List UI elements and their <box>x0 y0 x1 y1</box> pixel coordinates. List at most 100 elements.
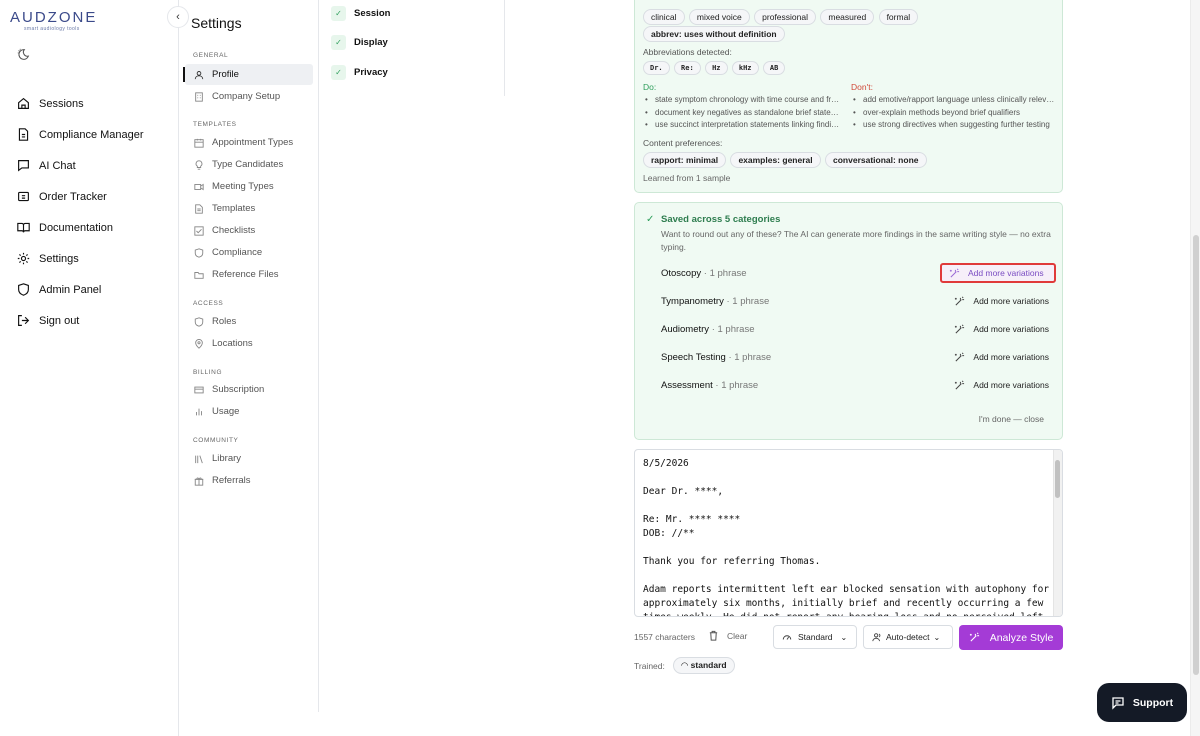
editor-scrollbar-thumb[interactable] <box>1055 460 1060 498</box>
nav-item-compliance-manager[interactable]: Compliance Manager <box>0 119 179 150</box>
category-row: Tympanometry · 1 phrase Add more variati… <box>661 291 1056 311</box>
nav-item-order-tracker[interactable]: Order Tracker <box>0 181 179 212</box>
nav-item-sessions[interactable]: Sessions <box>0 88 179 119</box>
add-more-variations-button[interactable]: Add more variations <box>947 375 1056 395</box>
settings-item-label: Usage <box>212 406 240 417</box>
abbrev-row: abbrev: uses without definition <box>643 26 787 42</box>
do-list: state symptom chronology with time cours… <box>643 95 843 133</box>
chevron-down-icon: ⌄ <box>840 632 848 642</box>
settings-item-subscription[interactable]: Subscription <box>185 379 313 400</box>
editor-scrollbar[interactable] <box>1053 450 1062 616</box>
add-variations-label: Add more variations <box>973 324 1049 334</box>
subpanel-item-display[interactable]: ✓ Display <box>331 35 388 50</box>
editor-toolbar: 1557 characters Clear Standard ⌄ Auto-de… <box>634 625 1063 650</box>
do-item: use succinct interpretation statements l… <box>643 120 843 133</box>
settings-item-company-setup[interactable]: Company Setup <box>185 86 313 107</box>
category-label: Speech Testing <box>661 351 726 363</box>
settings-item-locations[interactable]: Locations <box>185 333 313 354</box>
trained-badge: ◠ standard <box>672 657 735 674</box>
abbrev-label: Abbreviations detected: <box>643 47 732 57</box>
nav-item-sign-out[interactable]: Sign out <box>0 305 179 336</box>
settings-item-compliance[interactable]: Compliance <box>185 242 313 263</box>
subpanel-item-session[interactable]: ✓ Session <box>331 6 390 21</box>
brand-logo[interactable]: AUDZONE smart audiology tools <box>10 9 110 33</box>
settings-item-roles[interactable]: Roles <box>185 311 313 332</box>
nav-item-ai-chat[interactable]: AI Chat <box>0 150 179 181</box>
learned-from: Learned from 1 sample <box>643 173 731 183</box>
magic-wand-icon <box>949 268 960 278</box>
category-name: Speech Testing · 1 phrase <box>661 352 771 363</box>
settings-item-usage[interactable]: Usage <box>185 401 313 422</box>
nav-label: AI Chat <box>39 159 76 172</box>
nav-label: Documentation <box>39 221 113 234</box>
saved-title: Saved across 5 categories <box>661 214 781 225</box>
analyze-label: Analyze Style <box>989 631 1054 644</box>
tone-chip: formal <box>878 9 919 25</box>
nav-label: Admin Panel <box>39 283 102 296</box>
content-pref-label: Content preferences: <box>643 138 723 148</box>
home-icon <box>16 97 30 111</box>
check-icon: ✓ <box>331 65 346 80</box>
left-nav: AUDZONE smart audiology tools Sessions C… <box>0 0 179 736</box>
lightbulb-icon <box>194 159 204 170</box>
magic-wand-icon <box>955 296 965 306</box>
theme-toggle-icon[interactable] <box>17 48 31 62</box>
settings-item-profile[interactable]: Profile <box>183 64 313 85</box>
page-scrollbar-thumb[interactable] <box>1193 235 1199 675</box>
truck-icon <box>16 190 30 204</box>
category-row: Assessment · 1 phrase Add more variation… <box>661 375 1056 395</box>
page-scrollbar[interactable] <box>1190 0 1200 736</box>
do-item: document key negatives as standalone bri… <box>643 108 843 121</box>
settings-item-templates[interactable]: Templates <box>185 198 313 219</box>
nav-item-settings[interactable]: Settings <box>0 243 179 274</box>
analyze-style-button[interactable]: Analyze Style <box>959 625 1063 650</box>
nav-item-admin-panel[interactable]: Admin Panel <box>0 274 179 305</box>
section-general: GENERAL <box>193 52 229 59</box>
detect-select[interactable]: Auto-detect ⌄ <box>863 625 953 649</box>
abbrev-chip: Re: <box>674 61 701 75</box>
add-more-variations-button[interactable]: Add more variations <box>947 291 1056 311</box>
shield-icon <box>194 316 204 327</box>
collapse-sidebar-button[interactable]: ‹ <box>167 6 189 28</box>
sample-text-editor[interactable]: 8/5/2026 Dear Dr. ****, Re: Mr. **** ***… <box>634 449 1063 617</box>
tone-chip: mixed voice <box>688 9 750 25</box>
settings-item-checklists[interactable]: Checklists <box>185 220 313 241</box>
done-close-link[interactable]: I'm done — close <box>979 414 1044 424</box>
nav-item-documentation[interactable]: Documentation <box>0 212 179 243</box>
magic-wand-icon <box>969 632 979 642</box>
building-icon <box>194 91 204 102</box>
tone-chip: measured <box>820 9 875 25</box>
magic-wand-icon <box>955 352 965 362</box>
subpanel-item-privacy[interactable]: ✓ Privacy <box>331 65 388 80</box>
settings-item-appointment-types[interactable]: Appointment Types <box>185 132 313 153</box>
mode-select[interactable]: Standard ⌄ <box>773 625 857 649</box>
settings-item-label: Library <box>212 453 242 464</box>
settings-item-meeting-types[interactable]: Meeting Types <box>185 176 313 197</box>
settings-panel: Settings GENERAL Profile Company Setup T… <box>179 0 319 712</box>
video-icon <box>194 182 204 192</box>
character-count: 1557 characters <box>634 632 695 642</box>
add-more-variations-button[interactable]: Add more variations <box>947 319 1056 339</box>
book-icon <box>16 221 30 235</box>
settings-item-type-candidates[interactable]: Type Candidates <box>185 154 313 175</box>
category-count: · 1 phrase <box>726 295 770 307</box>
settings-item-library[interactable]: Library <box>185 448 313 469</box>
file-icon <box>194 203 204 214</box>
gauge-icon <box>782 635 792 640</box>
settings-item-reference-files[interactable]: Reference Files <box>185 264 313 285</box>
category-name: Otoscopy · 1 phrase <box>661 268 747 279</box>
category-count: · 1 phrase <box>715 379 759 391</box>
check-icon: ✓ <box>331 6 346 21</box>
clear-button[interactable]: Clear <box>708 630 747 641</box>
magic-wand-icon <box>955 380 965 390</box>
add-more-variations-button[interactable]: Add more variations <box>947 347 1056 367</box>
chat-bubble-icon <box>1112 696 1124 710</box>
settings-item-referrals[interactable]: Referrals <box>185 470 313 491</box>
settings-item-label: Compliance <box>212 247 263 258</box>
add-variations-label: Add more variations <box>973 380 1049 390</box>
add-more-variations-button[interactable]: Add more variations <box>940 263 1056 283</box>
support-button[interactable]: Support <box>1097 683 1187 722</box>
bar-chart-icon <box>194 407 204 417</box>
category-name: Assessment · 1 phrase <box>661 380 758 391</box>
content-pref-chip: examples: general <box>730 152 821 168</box>
